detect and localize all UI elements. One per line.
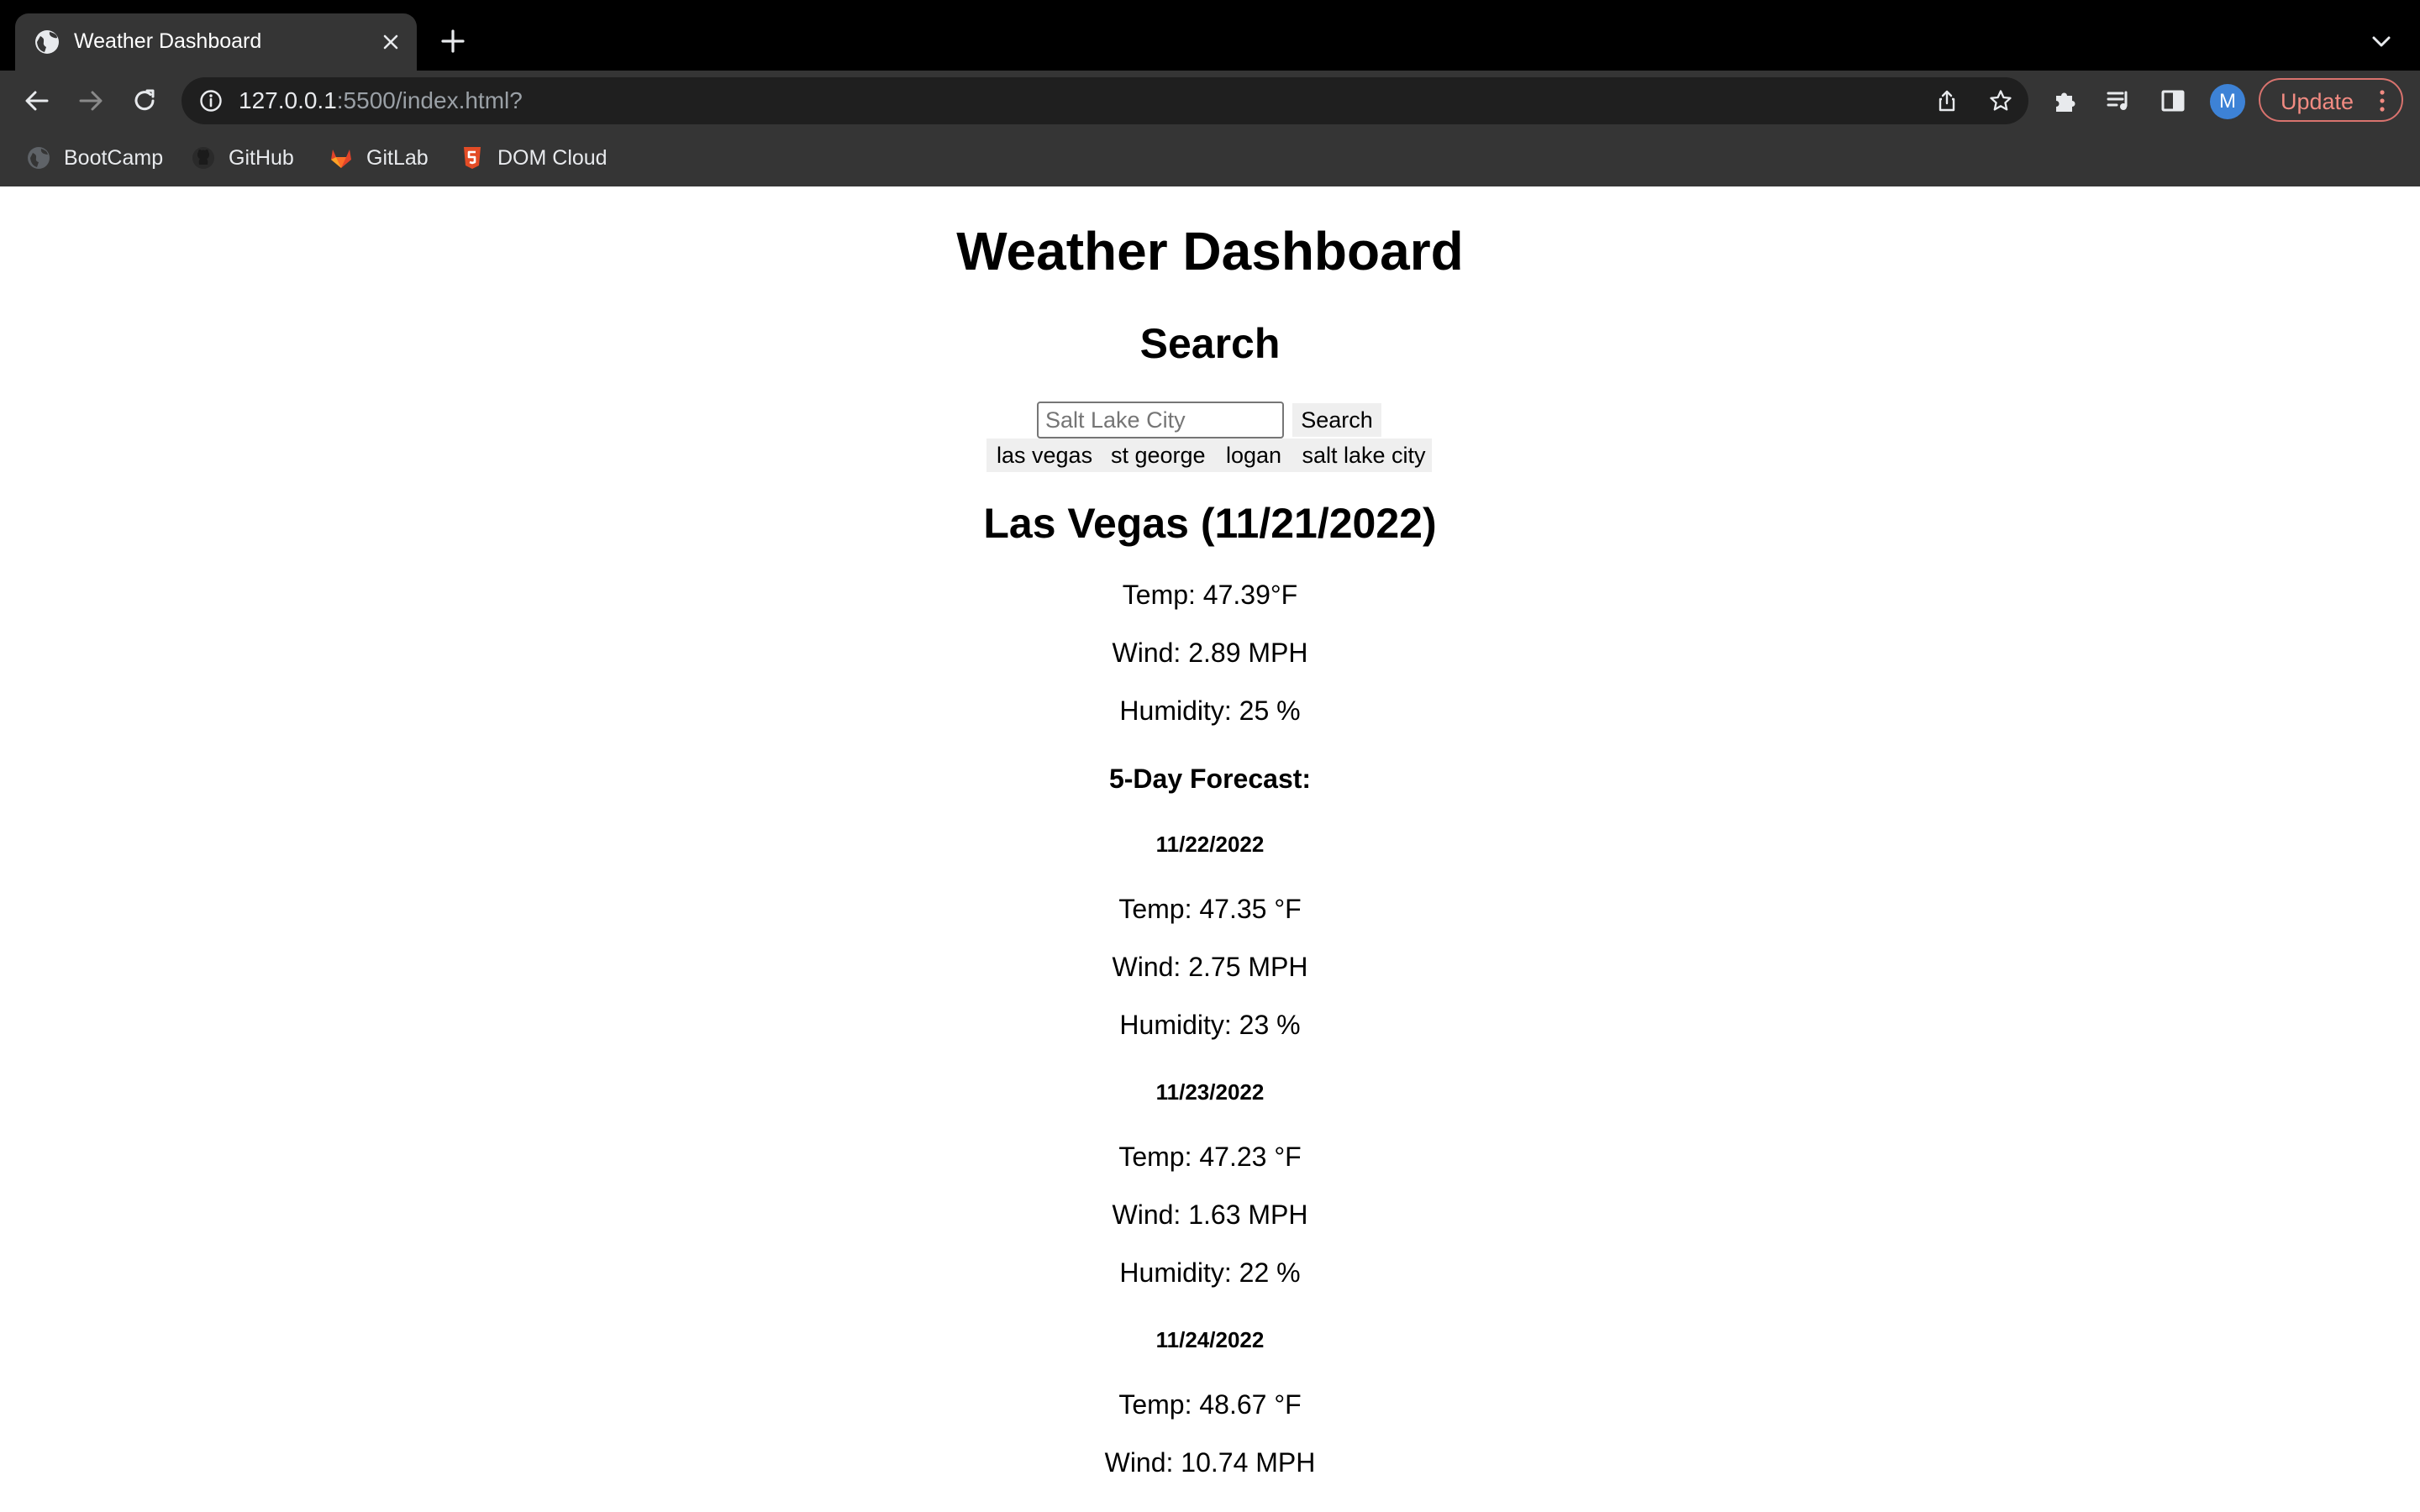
reload-icon[interactable] xyxy=(129,86,160,116)
browser-tab-active[interactable]: Weather Dashboard xyxy=(15,13,417,71)
history-button-logan[interactable]: logan xyxy=(1225,438,1282,472)
current-temp: Temp: 47.39°F xyxy=(1122,580,1298,610)
bookmark-label: GitHub xyxy=(229,146,294,170)
extensions-puzzle-icon[interactable] xyxy=(2050,86,2081,116)
address-bar[interactable]: 127.0.0.1:5500/index.html? xyxy=(182,77,2028,124)
forecast-day-wind: Wind: 2.75 MPH xyxy=(1112,952,1308,982)
search-heading: Search xyxy=(1139,320,1281,367)
tab-strip: Weather Dashboard xyxy=(0,0,2420,71)
github-icon xyxy=(192,147,214,169)
close-icon[interactable] xyxy=(378,29,403,55)
new-tab-plus-icon[interactable] xyxy=(439,27,467,55)
current-humidity: Humidity: 25 % xyxy=(1119,696,1301,726)
forecast-day-wind: Wind: 10.74 MPH xyxy=(1104,1447,1316,1478)
url-host: 127.0.0.1 xyxy=(239,87,337,113)
bookmark-label: DOM Cloud xyxy=(497,146,608,170)
bookmarks-bar: BootCamp GitHub GitLab DOM Cloud xyxy=(0,131,2420,188)
bookmark-star-icon[interactable] xyxy=(1988,88,2013,113)
gitlab-icon xyxy=(331,150,351,168)
forecast-day-temp: Temp: 47.23 °F xyxy=(1118,1142,1302,1172)
forecast-day-temp: Temp: 47.35 °F xyxy=(1118,894,1302,924)
forecast-day-date: 11/22/2022 xyxy=(1155,832,1265,857)
forecast-day-humidity: Humidity: 23 % xyxy=(1119,1010,1301,1040)
search-button[interactable]: Search xyxy=(1292,403,1381,437)
page-title: Weather Dashboard xyxy=(956,221,1464,281)
forecast-day-temp: Temp: 48.67 °F xyxy=(1118,1389,1302,1420)
url-text[interactable]: 127.0.0.1:5500/index.html? xyxy=(239,87,523,114)
url-path: :5500/index.html? xyxy=(336,87,523,113)
page-content: Weather Dashboard Search Search las vega… xyxy=(0,186,2420,1512)
globe-icon xyxy=(35,30,59,54)
dom-cloud-logo-icon xyxy=(464,147,481,169)
browser-toolbar: 127.0.0.1:5500/index.html? M Update xyxy=(0,71,2420,131)
bookmark-label: GitLab xyxy=(366,146,429,170)
bookmark-label: BootCamp xyxy=(64,146,164,170)
forward-arrow-icon[interactable] xyxy=(76,86,106,116)
forecast-day-date: 11/23/2022 xyxy=(1155,1079,1265,1105)
history-button-st-george[interactable]: st george xyxy=(1111,438,1206,472)
history-button-salt-lake-city[interactable]: salt lake city xyxy=(1301,438,1427,472)
back-arrow-icon[interactable] xyxy=(22,86,52,116)
forecast-day-humidity: Humidity: 22 % xyxy=(1119,1257,1301,1288)
side-panel-icon[interactable] xyxy=(2158,86,2188,116)
globe-icon xyxy=(28,147,50,169)
update-label: Update xyxy=(2281,89,2354,114)
search-history: las vegas st george logan salt lake city xyxy=(986,438,1432,472)
share-icon[interactable] xyxy=(1934,88,1960,113)
update-button[interactable]: Update xyxy=(2259,78,2403,122)
current-city-heading: Las Vegas (11/21/2022) xyxy=(983,500,1437,547)
media-queue-icon[interactable] xyxy=(2104,86,2134,116)
forecast-heading: 5-Day Forecast: xyxy=(1108,764,1312,794)
profile-avatar[interactable]: M xyxy=(2210,84,2245,119)
info-icon[interactable] xyxy=(198,88,224,113)
more-vertical-icon[interactable] xyxy=(2378,88,2386,113)
current-wind: Wind: 2.89 MPH xyxy=(1112,638,1308,668)
forecast-day-date: 11/24/2022 xyxy=(1155,1327,1265,1352)
chevron-down-icon[interactable] xyxy=(2368,30,2395,54)
search-input[interactable] xyxy=(1037,402,1284,438)
history-button-las-vegas[interactable]: las vegas xyxy=(997,438,1092,472)
tab-title: Weather Dashboard xyxy=(74,29,262,53)
forecast-day-wind: Wind: 1.63 MPH xyxy=(1112,1200,1308,1230)
